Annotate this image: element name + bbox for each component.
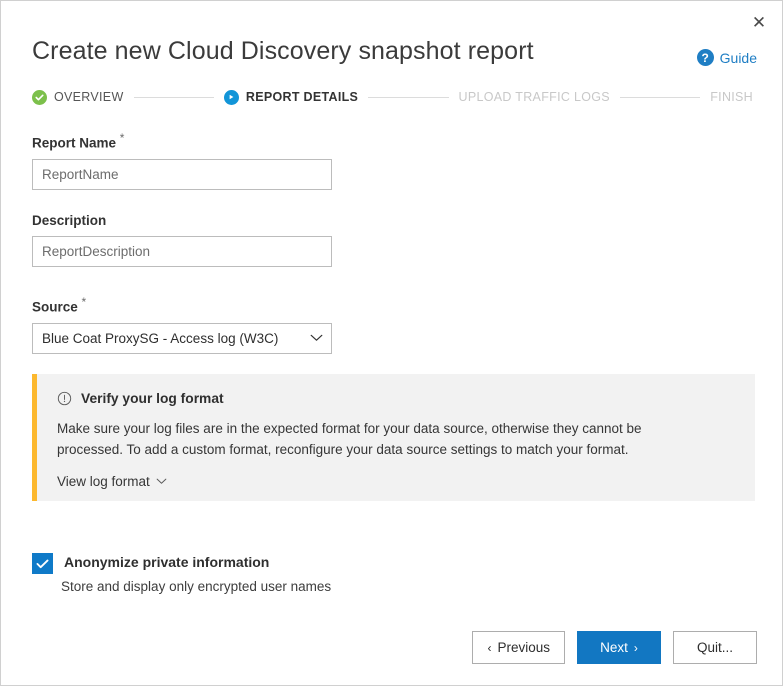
anonymize-checkbox[interactable]: [32, 553, 53, 574]
field-report-name: Report Name *: [32, 131, 332, 190]
source-select-value: Blue Coat ProxySG - Access log (W3C): [42, 330, 279, 346]
description-label: Description: [32, 213, 332, 228]
step-finish-label: FINISH: [710, 90, 754, 104]
report-name-label: Report Name *: [32, 131, 332, 151]
chevron-down-icon: [156, 478, 167, 485]
anonymize-label: Anonymize private information: [64, 554, 270, 570]
required-marker: *: [119, 131, 125, 145]
info-exclamation-circle-icon: [57, 391, 72, 406]
step-overview-label: OVERVIEW: [54, 90, 124, 104]
view-log-format-label: View log format: [57, 473, 150, 489]
description-input[interactable]: [32, 236, 332, 267]
anonymize-sublabel: Store and display only encrypted user na…: [61, 579, 332, 594]
source-select-wrapper: Blue Coat ProxySG - Access log (W3C): [32, 322, 332, 354]
step-report-details[interactable]: REPORT DETAILS: [223, 89, 359, 105]
dialog-footer: ‹ Previous Next › Quit...: [472, 631, 757, 664]
step-connector: [133, 96, 214, 98]
play-circle-icon: [223, 89, 239, 105]
anonymize-checkbox-row[interactable]: Anonymize private information: [32, 552, 269, 574]
source-label: Source *: [32, 295, 332, 315]
question-mark-circle-icon: ?: [696, 49, 714, 66]
chevron-right-icon: ›: [633, 640, 638, 655]
create-snapshot-report-dialog: ✕ Create new Cloud Discovery snapshot re…: [0, 0, 783, 686]
quit-button-label: Quit...: [696, 640, 733, 655]
step-upload-traffic-logs[interactable]: UPLOAD TRAFFIC LOGS: [459, 90, 610, 104]
wizard-stepper: OVERVIEW REPORT DETAILS UPLOAD TRAFFIC L…: [32, 87, 753, 107]
previous-button-label: Previous: [497, 640, 550, 655]
info-box-body: Make sure your log files are in the expe…: [57, 421, 642, 457]
field-source: Source * Blue Coat ProxySG - Access log …: [32, 295, 332, 354]
step-report-details-label: REPORT DETAILS: [245, 90, 359, 104]
next-button[interactable]: Next ›: [577, 631, 661, 664]
required-marker: *: [81, 295, 87, 309]
report-name-input[interactable]: [32, 158, 332, 190]
step-finish[interactable]: FINISH: [710, 90, 753, 104]
view-log-format-link[interactable]: View log format: [57, 474, 167, 489]
info-box-header: Verify your log format: [57, 391, 755, 406]
step-upload-traffic-logs-label: UPLOAD TRAFFIC LOGS: [458, 90, 610, 104]
check-circle-icon: [32, 89, 47, 105]
source-label-text: Source: [32, 299, 78, 315]
step-connector: [368, 96, 449, 98]
description-label-text: Description: [32, 213, 107, 228]
next-button-label: Next: [600, 640, 628, 655]
checkmark-icon: [36, 559, 49, 568]
guide-link[interactable]: ? Guide: [696, 49, 757, 66]
step-connector: [619, 96, 701, 98]
field-description: Description: [32, 213, 332, 267]
info-box-title: Verify your log format: [81, 391, 224, 406]
log-format-info-box: Verify your log format Make sure your lo…: [32, 374, 755, 501]
report-name-label-text: Report Name: [32, 135, 117, 151]
page-title: Create new Cloud Discovery snapshot repo…: [32, 37, 534, 65]
step-overview[interactable]: OVERVIEW: [32, 89, 124, 105]
source-select[interactable]: Blue Coat ProxySG - Access log (W3C): [32, 322, 332, 354]
close-icon[interactable]: ✕: [746, 9, 772, 35]
chevron-left-icon: ‹: [487, 640, 492, 655]
previous-button[interactable]: ‹ Previous: [472, 631, 565, 664]
guide-label: Guide: [719, 49, 757, 66]
quit-button[interactable]: Quit...: [673, 631, 757, 664]
